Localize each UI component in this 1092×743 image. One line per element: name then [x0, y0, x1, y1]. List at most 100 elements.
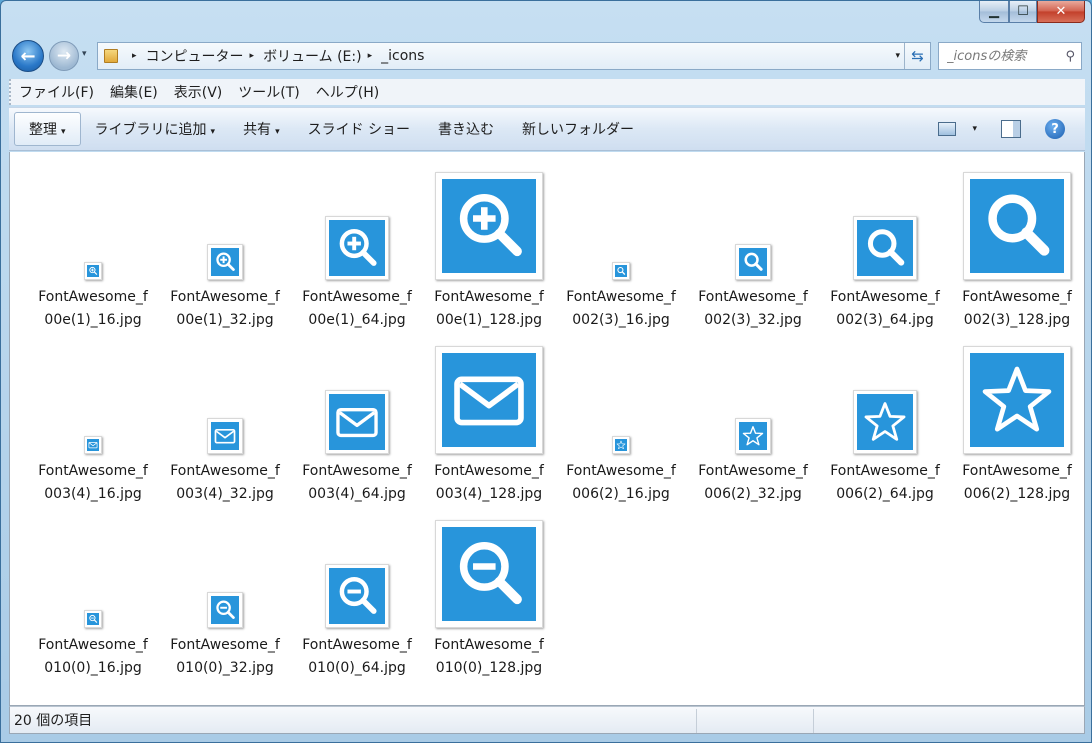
search-box[interactable]: ⚲ [938, 42, 1082, 70]
file-name-line: 00e(1)_128.jpg [435, 312, 543, 328]
file-thumbnail[interactable] [853, 216, 917, 280]
file-thumbnail[interactable] [207, 592, 243, 628]
file-item[interactable]: FontAwesome_f 010(0)_128.jpg [423, 512, 555, 680]
menu-edit[interactable]: 編集(E) [102, 82, 166, 102]
search-icon[interactable]: ⚲ [1065, 49, 1075, 64]
file-item[interactable]: FontAwesome_f 003(4)_32.jpg [159, 338, 291, 506]
file-item[interactable]: FontAwesome_f 010(0)_64.jpg [291, 512, 423, 680]
file-name: FontAwesome_f 003(4)_64.jpg [291, 460, 423, 506]
file-item[interactable]: FontAwesome_f 002(3)_16.jpg [555, 164, 687, 332]
file-thumbnail[interactable] [735, 244, 771, 280]
file-view[interactable]: FontAwesome_f 00e(1)_16.jpg FontAwesome_f 0… [9, 152, 1085, 706]
file-thumbnail[interactable] [325, 216, 389, 280]
file-thumbnail[interactable] [435, 520, 543, 628]
file-thumbnail[interactable] [435, 346, 543, 454]
envelope-icon [442, 353, 536, 447]
file-thumbnail[interactable] [325, 390, 389, 454]
file-name-line: FontAwesome_f [830, 289, 940, 305]
file-item[interactable]: FontAwesome_f 010(0)_16.jpg [27, 512, 159, 680]
change-view-icon[interactable] [938, 122, 957, 136]
new-folder-button[interactable]: 新しいフォルダー [508, 113, 648, 145]
file-item[interactable]: FontAwesome_f 006(2)_128.jpg [951, 338, 1083, 506]
file-thumbnail[interactable] [84, 610, 102, 628]
file-thumbnail[interactable] [84, 262, 102, 280]
star-icon [615, 439, 627, 451]
refresh-icon[interactable]: ⇆ [904, 43, 930, 69]
file-thumbnail[interactable] [207, 244, 243, 280]
command-bar: 整理 ▾ ライブラリに追加 ▾ 共有 ▾ スライド ショー 書き込む 新しいフォルダー… [9, 107, 1085, 151]
maximize-button[interactable]: ☐ [1009, 1, 1037, 23]
file-item[interactable]: FontAwesome_f 002(3)_128.jpg [951, 164, 1083, 332]
close-button[interactable]: ✕ [1037, 1, 1085, 23]
menu-help[interactable]: ヘルプ(H) [308, 82, 387, 102]
menu-view[interactable]: 表示(V) [166, 82, 231, 102]
file-thumbnail[interactable] [84, 436, 102, 454]
file-name: FontAwesome_f 00e(1)_64.jpg [291, 286, 423, 332]
file-thumbnail[interactable] [207, 418, 243, 454]
caption-buttons: ▁ ☐ ✕ [979, 1, 1085, 23]
file-name-line: FontAwesome_f [38, 637, 148, 653]
file-item[interactable]: FontAwesome_f 00e(1)_16.jpg [27, 164, 159, 332]
thumbnail-area [159, 338, 291, 456]
thumbnail-area [159, 512, 291, 630]
breadcrumb-icons-folder[interactable]: _icons [381, 48, 424, 64]
recent-pages-button[interactable]: ▾ [82, 49, 87, 59]
file-name-line: 002(3)_32.jpg [704, 312, 802, 328]
file-name-line: FontAwesome_f [434, 289, 544, 305]
file-item[interactable]: FontAwesome_f 010(0)_32.jpg [159, 512, 291, 680]
file-item[interactable]: FontAwesome_f 006(2)_16.jpg [555, 338, 687, 506]
file-name-line: FontAwesome_f [302, 289, 412, 305]
file-name: FontAwesome_f 00e(1)_32.jpg [159, 286, 291, 332]
file-thumbnail[interactable] [735, 418, 771, 454]
slideshow-button[interactable]: スライド ショー [294, 113, 424, 145]
address-dropdown-icon[interactable]: ▾ [895, 51, 900, 61]
zoom-in-icon [211, 248, 239, 276]
file-thumbnail[interactable] [435, 172, 543, 280]
menu-tools[interactable]: ツール(T) [230, 82, 307, 102]
chevron-down-icon[interactable]: ▾ [972, 124, 977, 134]
thumbnail-area [951, 338, 1083, 456]
file-item[interactable]: FontAwesome_f 00e(1)_32.jpg [159, 164, 291, 332]
address-bar[interactable]: ▸ コンピューター ▸ ボリューム (E:) ▸ _icons ▾ ⇆ [97, 42, 931, 70]
back-button[interactable]: ← [12, 40, 44, 72]
file-name-line: 003(4)_16.jpg [44, 486, 142, 502]
file-thumbnail[interactable] [612, 436, 630, 454]
organize-button[interactable]: 整理 ▾ [14, 112, 81, 146]
file-item[interactable]: FontAwesome_f 003(4)_64.jpg [291, 338, 423, 506]
file-thumbnail[interactable] [963, 346, 1071, 454]
file-item[interactable]: FontAwesome_f 003(4)_16.jpg [27, 338, 159, 506]
breadcrumb-volume-e[interactable]: ボリューム (E:) [263, 46, 362, 66]
file-thumbnail[interactable] [612, 262, 630, 280]
breadcrumb-arrow-icon[interactable]: ▸ [250, 51, 255, 61]
file-item[interactable]: FontAwesome_f 003(4)_128.jpg [423, 338, 555, 506]
menu-bar: ファイル(F) 編集(E) 表示(V) ツール(T) ヘルプ(H) [9, 79, 1085, 105]
file-item[interactable]: FontAwesome_f 00e(1)_128.jpg [423, 164, 555, 332]
file-name-line: FontAwesome_f [38, 463, 148, 479]
minimize-button[interactable]: ▁ [979, 1, 1009, 23]
file-item[interactable]: FontAwesome_f 002(3)_64.jpg [819, 164, 951, 332]
add-to-library-button[interactable]: ライブラリに追加 ▾ [81, 113, 230, 145]
file-item[interactable]: FontAwesome_f 006(2)_32.jpg [687, 338, 819, 506]
breadcrumb-arrow-icon[interactable]: ▸ [132, 51, 137, 61]
file-name-line: 006(2)_128.jpg [963, 486, 1071, 502]
thumbnail-area [291, 338, 423, 456]
file-thumbnail[interactable] [963, 172, 1071, 280]
file-thumbnail[interactable] [853, 390, 917, 454]
file-name: FontAwesome_f 010(0)_64.jpg [291, 634, 423, 680]
preview-pane-icon[interactable] [1001, 120, 1021, 138]
file-thumbnail[interactable] [325, 564, 389, 628]
breadcrumb-computer[interactable]: コンピューター [146, 46, 244, 66]
share-button[interactable]: 共有 ▾ [229, 113, 294, 145]
file-item[interactable]: FontAwesome_f 006(2)_64.jpg [819, 338, 951, 506]
zoom-out-icon [87, 613, 99, 625]
forward-button[interactable]: → [49, 41, 79, 71]
burn-button[interactable]: 書き込む [424, 113, 508, 145]
search-icon [857, 220, 913, 276]
search-input[interactable] [945, 47, 1066, 65]
menu-file[interactable]: ファイル(F) [11, 82, 102, 102]
breadcrumb-arrow-icon[interactable]: ▸ [368, 51, 373, 61]
file-name: FontAwesome_f 006(2)_16.jpg [555, 460, 687, 506]
help-icon[interactable]: ? [1045, 119, 1065, 139]
file-item[interactable]: FontAwesome_f 00e(1)_64.jpg [291, 164, 423, 332]
file-item[interactable]: FontAwesome_f 002(3)_32.jpg [687, 164, 819, 332]
